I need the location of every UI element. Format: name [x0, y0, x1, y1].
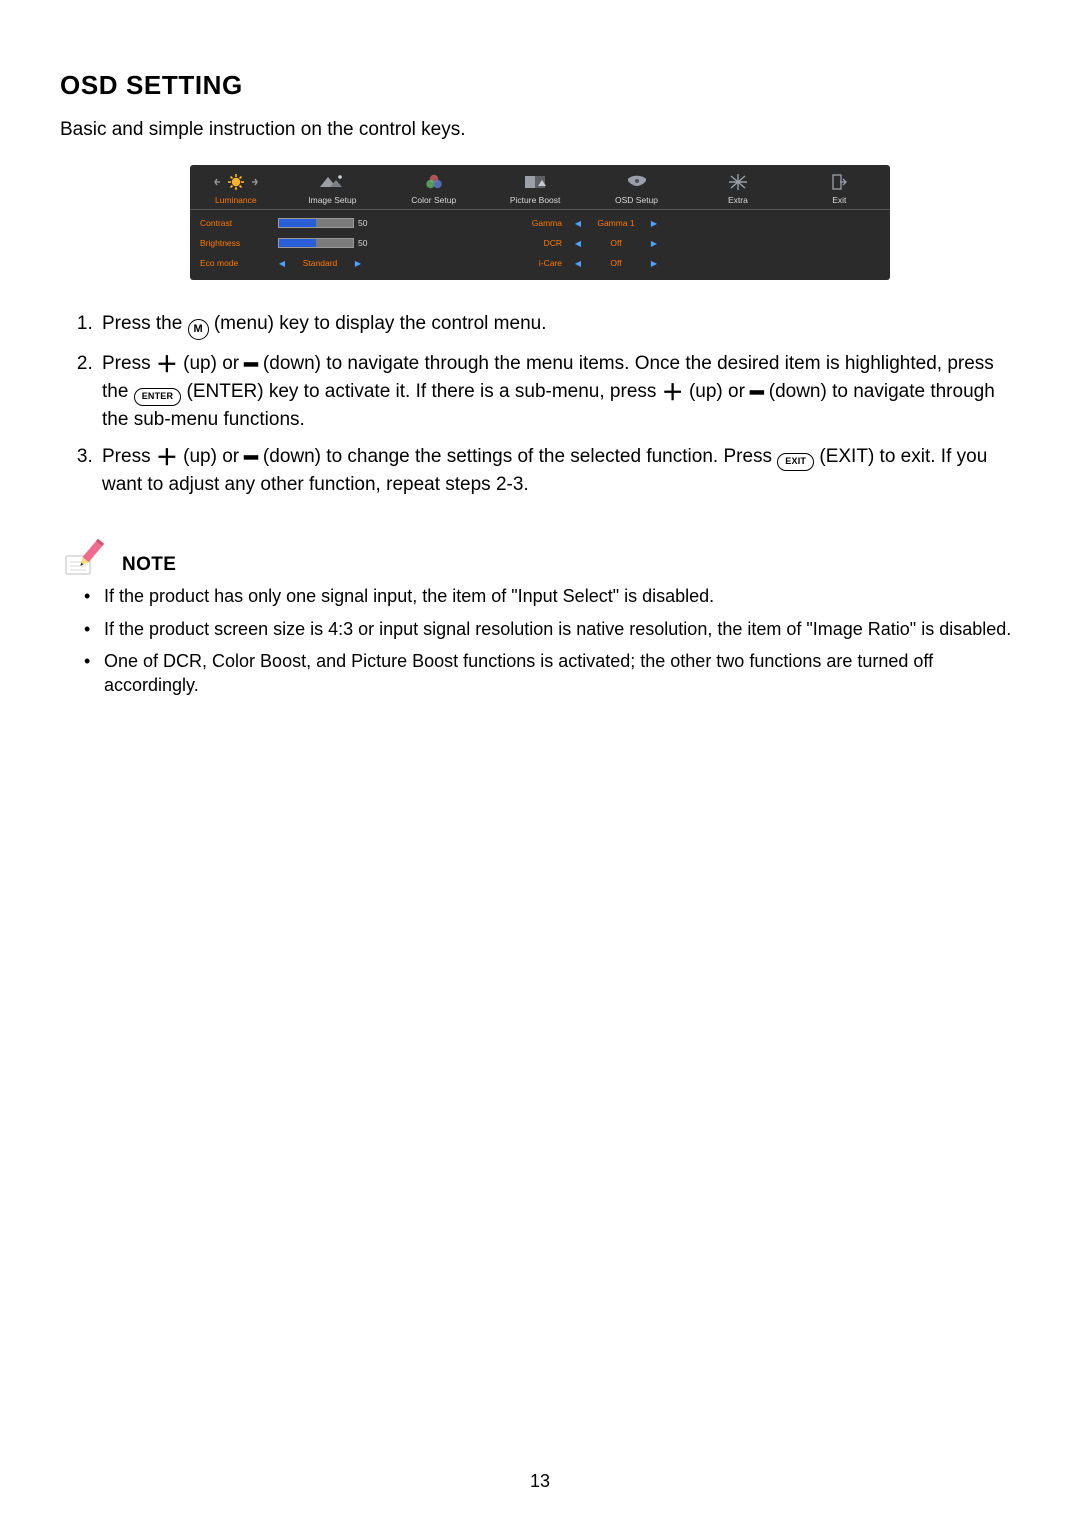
osd-ecomode-value: ◀ Standard ▶ [278, 258, 362, 268]
osd-tab-label: OSD Setup [588, 195, 685, 205]
instructions-list: Press the M (menu) key to display the co… [60, 310, 1020, 498]
section-title: OSD SETTING [60, 70, 1020, 101]
image-setup-icon [284, 171, 381, 193]
osd-brightness-slider: 50 [278, 238, 374, 248]
osd-tab-image-setup: Image Setup [282, 165, 383, 209]
page-number: 13 [0, 1471, 1080, 1492]
osd-item-ecomode-label: Eco mode [200, 256, 278, 270]
osd-tab-label: Image Setup [284, 195, 381, 205]
osd-tab-extra: Extra [687, 165, 788, 209]
extra-icon [689, 171, 786, 193]
enter-key-icon: ENTER [134, 388, 182, 406]
triangle-left-icon: ◀ [574, 239, 582, 248]
osd-contrast-slider: 50 [278, 218, 374, 228]
osd-tabs: Luminance Image Setup Color Setup [190, 165, 890, 210]
osd-tab-exit: Exit [789, 165, 890, 209]
notes-list: If the product has only one signal input… [60, 584, 1020, 697]
osd-gamma-value: ◀ Gamma 1 ▶ [574, 216, 880, 230]
osd-tab-luminance: Luminance [190, 165, 282, 209]
osd-tab-label: Exit [791, 195, 888, 205]
osd-setup-icon [588, 171, 685, 193]
note-item: If the product has only one signal input… [102, 584, 1020, 608]
osd-item-icare-label: i-Care [412, 256, 562, 270]
osd-screenshot: Luminance Image Setup Color Setup [190, 165, 890, 280]
osd-item-contrast-label: Contrast [200, 216, 278, 230]
note-heading-row: NOTE [62, 534, 1020, 578]
step-1: Press the M (menu) key to display the co… [98, 310, 1020, 340]
note-item: If the product screen size is 4:3 or inp… [102, 617, 1020, 641]
triangle-left-icon: ◀ [574, 259, 582, 268]
osd-tab-label: Extra [689, 195, 786, 205]
step-2: Press ＋ (up) or ━ (down) to navigate thr… [98, 350, 1020, 433]
menu-key-icon: M [188, 319, 209, 340]
osd-item-brightness-label: Brightness [200, 236, 278, 250]
exit-icon [791, 171, 888, 193]
sun-icon [192, 171, 280, 193]
osd-tab-label: Picture Boost [486, 195, 583, 205]
osd-tab-label: Color Setup [385, 195, 482, 205]
picture-boost-icon [486, 171, 583, 193]
note-pencil-icon [62, 534, 112, 578]
osd-tab-color-setup: Color Setup [383, 165, 484, 209]
osd-tab-label: Luminance [192, 195, 280, 205]
triangle-left-icon: ◀ [278, 259, 286, 268]
triangle-right-icon: ▶ [650, 239, 658, 248]
osd-item-gamma-label: Gamma [412, 216, 562, 230]
osd-dcr-value: ◀ Off ▶ [574, 236, 880, 250]
osd-icare-value: ◀ Off ▶ [574, 256, 880, 270]
note-title: NOTE [122, 554, 176, 578]
rgb-icon [385, 171, 482, 193]
triangle-right-icon: ▶ [650, 219, 658, 228]
osd-tab-osd-setup: OSD Setup [586, 165, 687, 209]
exit-key-icon: EXIT [777, 453, 814, 471]
triangle-left-icon: ◀ [574, 219, 582, 228]
note-item: One of DCR, Color Boost, and Picture Boo… [102, 649, 1020, 698]
osd-tab-picture-boost: Picture Boost [484, 165, 585, 209]
osd-item-dcr-label: DCR [412, 236, 562, 250]
intro-text: Basic and simple instruction on the cont… [60, 119, 1020, 141]
step-3: Press ＋ (up) or ━ (down) to change the s… [98, 443, 1020, 498]
triangle-right-icon: ▶ [354, 259, 362, 268]
triangle-right-icon: ▶ [650, 259, 658, 268]
